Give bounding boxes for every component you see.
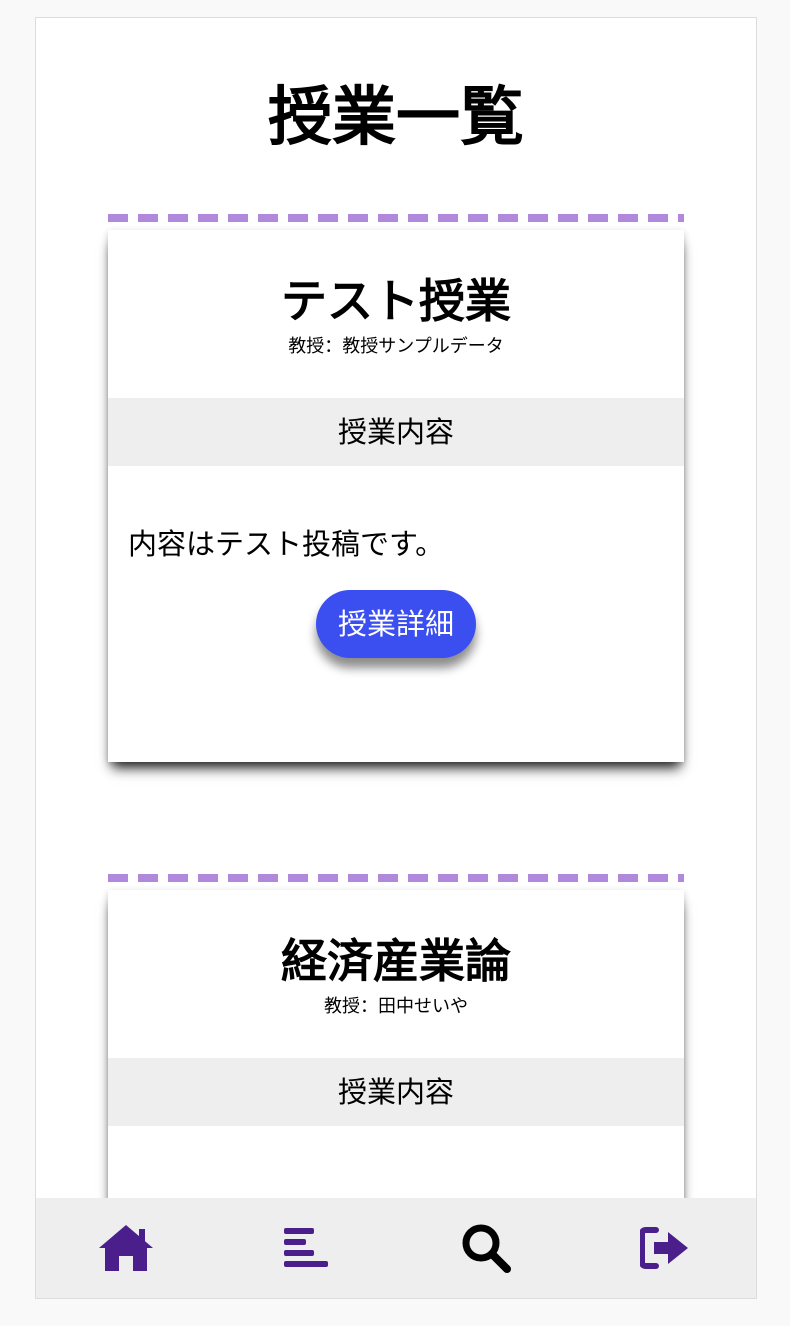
card-divider-dashed xyxy=(108,214,684,222)
home-icon xyxy=(99,1225,153,1271)
course-title: 経済産業論 xyxy=(281,934,511,988)
course-card: 経済産業論 教授：田中せいや 授業内容 xyxy=(108,890,684,1220)
nav-search[interactable] xyxy=(446,1208,526,1288)
nav-logout[interactable] xyxy=(626,1208,706,1288)
course-card-wrapper: 経済産業論 教授：田中せいや 授業内容 xyxy=(108,874,684,1220)
course-content: 内容はテスト投稿です。 xyxy=(128,527,445,561)
button-row: 授業詳細 xyxy=(108,590,684,762)
nav-list[interactable] xyxy=(266,1208,346,1288)
search-icon xyxy=(462,1224,511,1273)
nav-home[interactable] xyxy=(86,1208,166,1288)
content-header: 授業内容 xyxy=(108,1058,684,1126)
bottom-nav xyxy=(36,1198,756,1298)
logout-icon xyxy=(640,1227,688,1269)
content-header: 授業内容 xyxy=(108,398,684,466)
course-card-wrapper: テスト授業 教授：教授サンプルデータ 授業内容 内容はテスト投稿です。 授業詳細 xyxy=(108,214,684,762)
course-card: テスト授業 教授：教授サンプルデータ 授業内容 内容はテスト投稿です。 授業詳細 xyxy=(108,230,684,762)
course-title: テスト授業 xyxy=(281,274,511,328)
page-title: 授業一覧 xyxy=(268,81,524,155)
course-detail-button[interactable]: 授業詳細 xyxy=(315,590,476,658)
course-professor: 教授：教授サンプルデータ xyxy=(288,336,504,357)
list-icon xyxy=(284,1228,328,1267)
app-frame: 授業一覧 テスト授業 教授：教授サンプルデータ 授業内容 内容はテスト投稿です。… xyxy=(35,17,757,1299)
card-divider-dashed xyxy=(108,874,684,882)
course-professor: 教授：田中せいや xyxy=(324,996,468,1017)
